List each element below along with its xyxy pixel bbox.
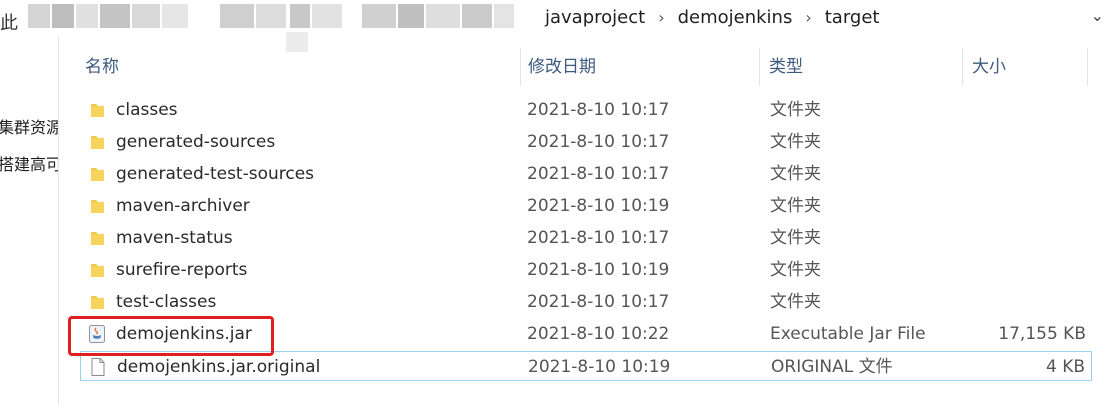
folder-icon (91, 232, 104, 245)
file-type: ORIGINAL 文件 (771, 357, 893, 377)
file-name: generated-sources (116, 132, 276, 152)
file-type: 文件夹 (770, 260, 821, 280)
file-row[interactable]: generated-test-sources 2021-8-10 10:17 文… (80, 159, 1092, 189)
file-size: 4 KB (1045, 357, 1085, 377)
file-size: 17,155 KB (998, 324, 1086, 344)
file-date: 2021-8-10 10:17 (527, 100, 670, 120)
chevron-right-icon[interactable]: › (805, 8, 811, 27)
folder-icon (91, 200, 104, 213)
file-date: 2021-8-10 10:19 (528, 357, 671, 377)
file-date: 2021-8-10 10:17 (527, 228, 670, 248)
file-explorer-window: 此 javaproject › demojenkins › target ⌄ 集… (0, 0, 1116, 405)
breadcrumb-target[interactable]: target (825, 7, 880, 28)
blank-file-icon (91, 358, 105, 376)
file-row[interactable]: maven-status 2021-8-10 10:17 文件夹 (80, 223, 1092, 253)
file-row-selected[interactable]: demojenkins.jar.original 2021-8-10 10:19… (80, 351, 1092, 381)
file-row[interactable]: test-classes 2021-8-10 10:17 文件夹 (80, 287, 1092, 317)
folder-icon (91, 168, 104, 181)
file-type: 文件夹 (770, 228, 821, 248)
file-type: 文件夹 (770, 132, 821, 152)
file-date: 2021-8-10 10:17 (527, 164, 670, 184)
column-header-size[interactable]: 大小 (964, 48, 1088, 86)
file-date: 2021-8-10 10:17 (527, 132, 670, 152)
file-date: 2021-8-10 10:22 (527, 324, 670, 344)
file-type: Executable Jar File (770, 324, 926, 344)
address-lead-text: 此 (0, 13, 18, 34)
file-name: demojenkins.jar.original (117, 357, 321, 377)
nav-item[interactable]: 集群资源 (0, 114, 58, 138)
file-name: classes (116, 100, 178, 120)
folder-icon (91, 104, 104, 117)
column-header: 名称 修改日期 类型 大小 (58, 48, 1116, 86)
file-row[interactable]: surefire-reports 2021-8-10 10:19 文件夹 (80, 255, 1092, 285)
file-row[interactable]: demojenkins.jar 2021-8-10 10:22 Executab… (80, 319, 1092, 349)
file-name: maven-archiver (116, 196, 250, 216)
column-header-date[interactable]: 修改日期 (520, 48, 760, 86)
breadcrumb: javaproject › demojenkins › target (545, 4, 879, 30)
file-name: test-classes (116, 292, 217, 312)
breadcrumb-javaproject[interactable]: javaproject (545, 7, 645, 28)
file-row[interactable]: maven-archiver 2021-8-10 10:19 文件夹 (80, 191, 1092, 221)
folder-icon (91, 296, 104, 309)
file-type: 文件夹 (770, 196, 821, 216)
chevron-down-icon[interactable]: ⌄ (1091, 6, 1104, 25)
column-header-type[interactable]: 类型 (761, 48, 963, 86)
folder-icon (91, 136, 104, 149)
file-date: 2021-8-10 10:17 (527, 292, 670, 312)
column-header-name[interactable]: 名称 (77, 48, 521, 86)
file-name: generated-test-sources (116, 164, 315, 184)
file-name: maven-status (116, 228, 233, 248)
file-date: 2021-8-10 10:19 (527, 260, 670, 280)
address-bar[interactable]: 此 javaproject › demojenkins › target ⌄ (0, 0, 1116, 52)
file-name: surefire-reports (116, 260, 248, 280)
folder-icon (91, 264, 104, 277)
file-type: 文件夹 (770, 164, 821, 184)
navigation-pane: 集群资源 搭建高可 (0, 36, 59, 405)
file-date: 2021-8-10 10:19 (527, 196, 670, 216)
file-type: 文件夹 (770, 292, 821, 312)
nav-item[interactable]: 搭建高可 (0, 151, 58, 175)
java-jar-icon (89, 325, 105, 343)
breadcrumb-demojenkins[interactable]: demojenkins (678, 7, 793, 28)
chevron-right-icon[interactable]: › (658, 8, 664, 27)
file-row[interactable]: generated-sources 2021-8-10 10:17 文件夹 (80, 127, 1092, 157)
file-name: demojenkins.jar (116, 324, 252, 344)
file-row[interactable]: classes 2021-8-10 10:17 文件夹 (80, 95, 1092, 125)
file-type: 文件夹 (770, 100, 821, 120)
